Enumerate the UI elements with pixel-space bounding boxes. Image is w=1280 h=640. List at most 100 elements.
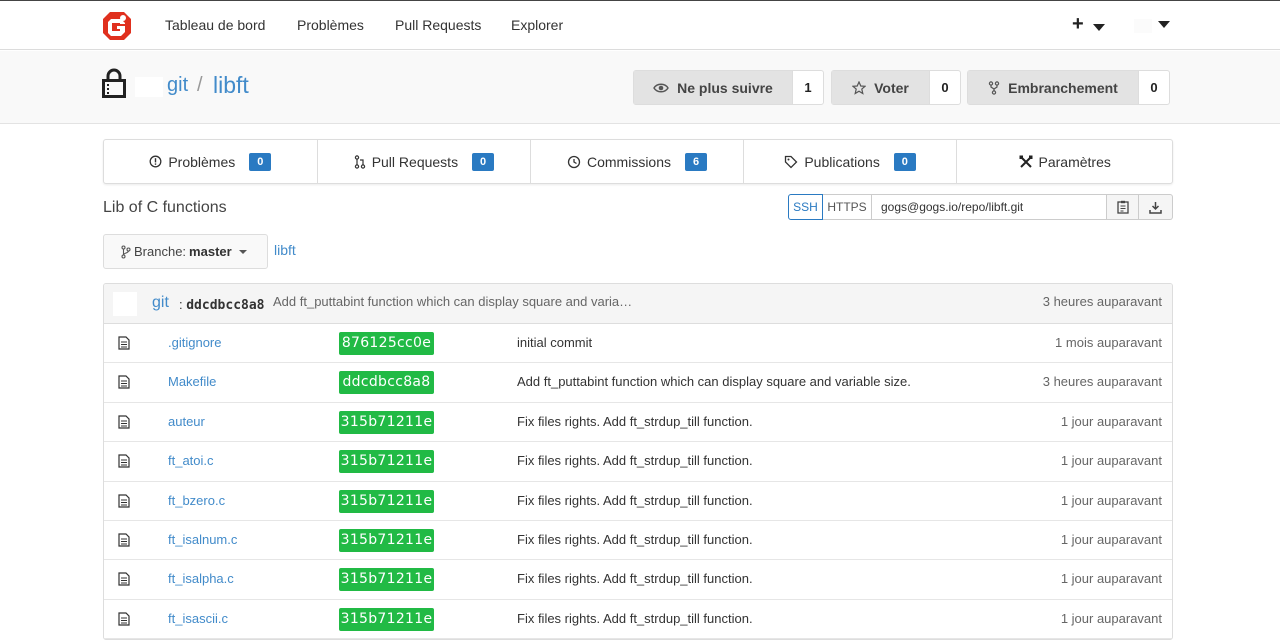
file-commit-message-link[interactable]: Add ft_puttabint function which can disp… [517, 374, 911, 389]
branch-selector[interactable]: Branche: master [103, 234, 268, 269]
nav-pull-requests[interactable]: Pull Requests [395, 17, 481, 33]
file-icon [118, 375, 130, 389]
latest-commit-sha: ddcdbcc8a8 [186, 298, 265, 313]
file-commit-message-link[interactable]: Fix files rights. Add ft_strdup_till fun… [517, 532, 753, 547]
file-icon [118, 533, 130, 547]
file-commit-sha-button[interactable]: 315b71211e [339, 450, 434, 474]
file-icon [118, 612, 130, 626]
repo-tabs: Problèmes 0 Pull Requests 0 Commissions … [103, 139, 1173, 184]
tab-issues[interactable]: Problèmes 0 [104, 140, 318, 183]
file-name-link[interactable]: Makefile [168, 374, 216, 389]
file-commit-time: 1 jour auparavant [1060, 610, 1162, 626]
file-row: auteur 315b71211e Fix files rights. Add … [104, 403, 1172, 443]
tools-icon [1019, 155, 1032, 168]
tab-releases[interactable]: Publications 0 [744, 140, 958, 183]
clone-https-button[interactable]: HTTPS [823, 194, 872, 220]
file-commit-message-link[interactable]: Fix files rights. Add ft_strdup_till fun… [517, 493, 753, 508]
file-commit-time: 1 jour auparavant [1060, 571, 1162, 587]
file-commit-sha-button[interactable]: ddcdbcc8a8 [339, 371, 434, 395]
gogs-logo-icon[interactable] [101, 10, 133, 42]
branch-icon [121, 244, 131, 259]
tab-commits[interactable]: Commissions 6 [531, 140, 744, 183]
file-commit-sha-button[interactable]: 315b71211e [339, 607, 434, 631]
releases-count-badge: 0 [893, 152, 916, 171]
commits-count-badge: 6 [685, 152, 707, 171]
fork-label: Embranchement [1008, 79, 1118, 96]
unwatch-button[interactable]: Ne plus suivre [634, 71, 792, 104]
clipboard-icon [1116, 200, 1129, 214]
tag-icon [785, 155, 798, 168]
watchers-count[interactable]: 1 [792, 71, 823, 104]
file-row: ft_atoi.c 315b71211e Fix files rights. A… [104, 442, 1172, 482]
avatar[interactable] [1134, 19, 1152, 33]
file-commit-sha-button[interactable]: 315b71211e [339, 489, 434, 513]
file-row: ft_isalpha.c 315b71211e Fix files rights… [104, 560, 1172, 600]
unwatch-button-group: Ne plus suivre 1 [633, 70, 824, 105]
file-name-link[interactable]: ft_isalpha.c [168, 571, 234, 586]
clone-panel: SSH HTTPS gogs@gogs.io/repo/libft.git [788, 194, 1173, 220]
owner-avatar [135, 77, 163, 97]
latest-commit-message: Add ft_puttabint function which can disp… [273, 294, 633, 309]
file-commit-time: 1 jour auparavant [1060, 531, 1162, 547]
nav-dashboard[interactable]: Tableau de bord [165, 17, 265, 33]
create-new-button[interactable]: + [1072, 13, 1084, 36]
file-commit-message-link[interactable]: initial commit [517, 335, 592, 350]
file-commit-sha-button[interactable]: 315b71211e [339, 568, 434, 592]
star-label: Voter [874, 79, 909, 96]
file-icon [118, 454, 130, 468]
commit-icon [567, 155, 581, 168]
file-commit-sha-button[interactable]: 876125cc0e [339, 332, 434, 355]
file-name-link[interactable]: ft_isascii.c [168, 611, 228, 626]
latest-commit-time: 3 heures auparavant [1042, 294, 1162, 309]
file-icon [118, 415, 130, 429]
chevron-down-icon[interactable] [1093, 24, 1105, 31]
repo-name-link[interactable]: libft [213, 72, 249, 99]
file-commit-message-link[interactable]: Fix files rights. Add ft_strdup_till fun… [517, 571, 753, 586]
file-name-link[interactable]: auteur [168, 414, 205, 429]
file-row: ft_bzero.c 315b71211e Fix files rights. … [104, 482, 1172, 521]
latest-commit-sha-link[interactable]: : ddcdbcc8a8 [179, 297, 265, 313]
file-name-link[interactable]: ft_bzero.c [168, 493, 225, 508]
repo-path-separator: / [197, 74, 203, 96]
file-commit-sha-button[interactable]: 315b71211e [339, 410, 434, 434]
file-commit-sha-button[interactable]: 315b71211e [339, 528, 434, 552]
eye-icon [653, 83, 669, 92]
download-archive-button[interactable] [1139, 194, 1173, 220]
caret-down-icon [238, 249, 247, 254]
nav-explore[interactable]: Explorer [511, 17, 563, 33]
file-commit-time: 3 heures auparavant [1042, 374, 1162, 390]
file-commit-message-link[interactable]: Fix files rights. Add ft_strdup_till fun… [517, 453, 753, 468]
top-navbar: Tableau de bord Problèmes Pull Requests … [0, 0, 1280, 50]
branch-name: master [189, 244, 232, 259]
file-list: .gitignore 876125cc0e initial commit 1 m… [104, 324, 1172, 640]
download-icon [1149, 201, 1162, 214]
clone-url-field[interactable]: gogs@gogs.io/repo/libft.git [872, 194, 1107, 220]
tab-settings[interactable]: Paramètres [957, 140, 1172, 183]
stars-count[interactable]: 0 [929, 71, 960, 104]
star-icon [852, 80, 867, 95]
user-menu-chevron-down-icon[interactable] [1158, 21, 1170, 28]
forks-count[interactable]: 0 [1138, 71, 1169, 104]
tab-issues-label: Problèmes [168, 153, 236, 170]
file-icon [118, 572, 130, 586]
branch-prefix: Branche: [134, 244, 187, 259]
fork-button-group: Embranchement 0 [967, 70, 1170, 105]
file-name-link[interactable]: ft_isalnum.c [168, 532, 237, 547]
file-row: ft_isascii.c 315b71211e Fix files rights… [104, 600, 1172, 640]
nav-issues[interactable]: Problèmes [297, 17, 364, 33]
copy-url-button[interactable] [1107, 194, 1139, 220]
repo-owner-link[interactable]: git [167, 74, 188, 97]
star-button[interactable]: Voter [832, 71, 929, 104]
file-commit-message-link[interactable]: Fix files rights. Add ft_strdup_till fun… [517, 611, 753, 626]
file-commit-time: 1 jour auparavant [1060, 492, 1162, 508]
commit-author-link[interactable]: git [152, 294, 169, 312]
fork-icon [988, 80, 1000, 95]
breadcrumb-repo-link[interactable]: libft [274, 242, 296, 258]
file-commit-message-link[interactable]: Fix files rights. Add ft_strdup_till fun… [517, 414, 753, 429]
fork-button[interactable]: Embranchement [968, 71, 1138, 104]
file-commit-time: 1 jour auparavant [1060, 413, 1162, 429]
tab-pull-requests[interactable]: Pull Requests 0 [318, 140, 532, 183]
file-name-link[interactable]: ft_atoi.c [168, 453, 214, 468]
clone-ssh-button[interactable]: SSH [788, 194, 823, 220]
file-name-link[interactable]: .gitignore [168, 335, 221, 350]
